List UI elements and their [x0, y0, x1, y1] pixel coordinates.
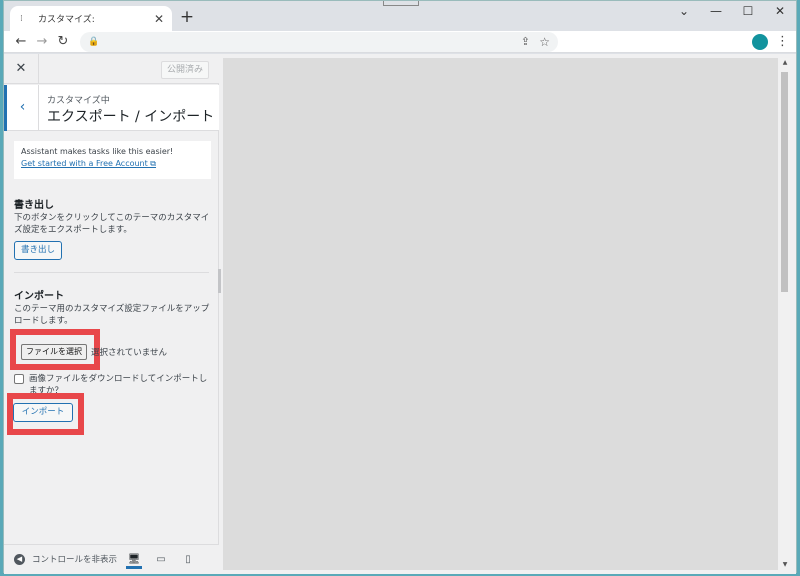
notice-text: Assistant makes tasks like this easier! — [21, 147, 174, 156]
desktop-preview-icon[interactable]: 🖥 — [126, 551, 142, 569]
scroll-up-icon[interactable]: ▲ — [780, 58, 790, 68]
export-description: 下のボタンをクリックしてこのテーマのカスタマイズ設定をエクスポートします。 — [14, 213, 210, 235]
section-divider — [14, 272, 209, 273]
site-preview[interactable] — [223, 58, 778, 570]
close-customizer-icon[interactable]: ✕ — [4, 54, 39, 84]
window-notch — [383, 1, 419, 6]
export-section-title: 書き出し — [14, 200, 54, 211]
sidebar-resize-handle[interactable] — [218, 269, 221, 293]
import-section-title: インポート — [14, 291, 64, 302]
panel-subtitle: カスタマイズ中 — [47, 96, 110, 106]
customizer-header: ✕ 公開済み — [4, 54, 219, 84]
profile-avatar[interactable] — [752, 34, 768, 50]
choose-file-button[interactable]: ファイルを選択 — [21, 344, 87, 360]
bookmark-star-icon[interactable]: ☆ — [539, 33, 550, 51]
panel-header: ‹ カスタマイズ中 エクスポート / インポート — [4, 85, 219, 131]
file-status-text: 選択されていません — [91, 348, 167, 358]
publish-button[interactable]: 公開済み — [161, 61, 209, 79]
preview-scrollbar[interactable]: ▲ ▼ — [780, 58, 790, 570]
mobile-preview-icon[interactable]: ▯ — [180, 551, 196, 569]
import-description: このテーマ用のカスタマイズ設定ファイルをアップロードします。 — [14, 304, 210, 326]
scroll-down-icon[interactable]: ▼ — [780, 560, 790, 570]
tab-close-icon[interactable]: ✕ — [152, 12, 166, 26]
collapse-controls-label[interactable]: コントロールを非表示 — [32, 553, 118, 565]
window-controls: ⌄ — ☐ ✕ — [668, 1, 796, 23]
export-button[interactable]: 書き出し — [14, 241, 62, 260]
minimize-button[interactable]: — — [700, 1, 732, 23]
tab-search-icon[interactable]: ⌄ — [668, 1, 700, 23]
browser-tab[interactable]: ⁞ カスタマイズ: ✕ — [10, 6, 172, 31]
browser-toolbar: ← → ↻ 🔒 ⇪ ☆ ⋮ — [4, 31, 796, 53]
browser-window: ⁞ カスタマイズ: ✕ + ⌄ — ☐ ✕ ← → ↻ 🔒 ⇪ ☆ ⋮ ✕ 公開… — [3, 0, 797, 574]
customizer-footer: ◀ コントロールを非表示 🖥 ▭ ▯ — [4, 544, 219, 574]
close-window-button[interactable]: ✕ — [764, 1, 796, 23]
free-account-link[interactable]: Get started with a Free Account ⧉ — [21, 158, 204, 170]
new-tab-button[interactable]: + — [177, 7, 197, 27]
tab-bar: ⁞ カスタマイズ: ✕ + ⌄ — ☐ ✕ — [4, 1, 796, 31]
panel-back-icon[interactable]: ‹ — [4, 85, 39, 131]
tab-title: カスタマイズ: — [38, 15, 95, 25]
tablet-preview-icon[interactable]: ▭ — [153, 551, 169, 569]
collapse-arrow-icon[interactable]: ◀ — [14, 554, 25, 565]
page-content: ✕ 公開済み ‹ カスタマイズ中 エクスポート / インポート Assistan… — [4, 54, 796, 574]
scroll-thumb[interactable] — [781, 72, 788, 292]
forward-arrow-icon[interactable]: → — [33, 33, 51, 51]
download-images-checkbox[interactable] — [14, 374, 24, 384]
lock-icon[interactable]: 🔒 — [88, 35, 99, 49]
maximize-button[interactable]: ☐ — [732, 1, 764, 23]
customizer-sidebar: ✕ 公開済み ‹ カスタマイズ中 エクスポート / インポート Assistan… — [4, 54, 219, 574]
panel-title: エクスポート / インポート — [47, 109, 215, 125]
page-favicon-icon: ⁞ — [20, 13, 23, 24]
import-button[interactable]: インポート — [13, 403, 73, 422]
browser-menu-icon[interactable]: ⋮ — [776, 33, 789, 51]
address-bar[interactable]: 🔒 ⇪ ☆ — [80, 32, 558, 52]
reload-icon[interactable]: ↻ — [54, 33, 72, 51]
assistant-notice: Assistant makes tasks like this easier! … — [14, 141, 211, 179]
share-icon[interactable]: ⇪ — [521, 34, 530, 50]
back-arrow-icon[interactable]: ← — [12, 33, 30, 51]
